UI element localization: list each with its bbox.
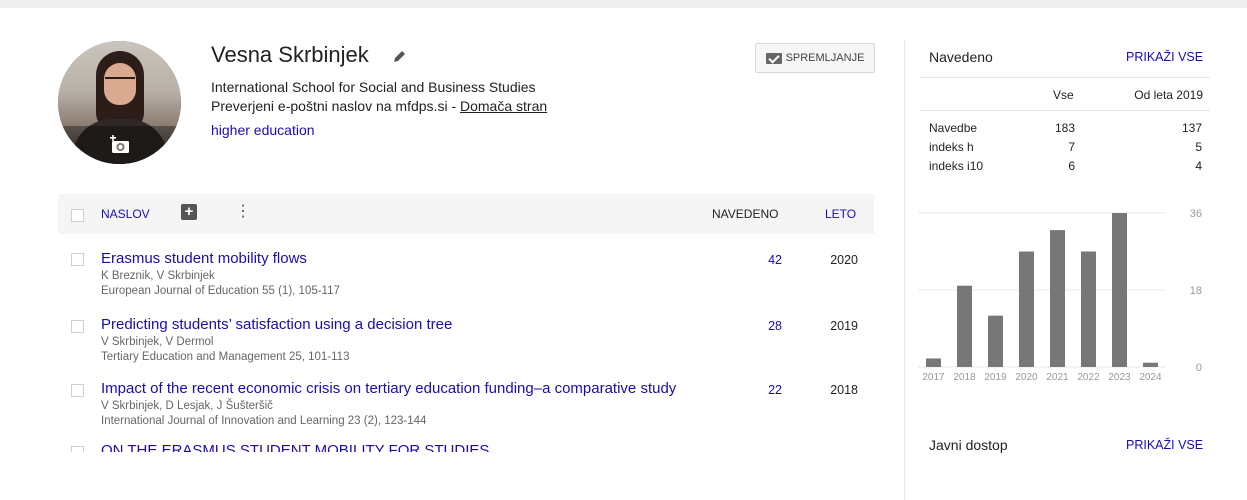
cited-by-title: Navedeno [929,49,993,65]
sort-by-title[interactable]: NASLOV [101,207,150,221]
public-access-link[interactable]: PRIKAŽI VSE [1126,438,1203,452]
metric-label: indeks h [929,140,974,154]
col-since-header: Od leta 2019 [1134,88,1203,102]
chart-bar[interactable] [926,358,941,367]
article-venue: International Journal of Innovation and … [101,415,427,427]
article-authors: K Breznik, V Skrbinjek [101,270,215,282]
article-venue: Tertiary Education and Management 25, 10… [101,351,350,363]
chart-ytick-label: 18 [1190,285,1202,297]
profile-name: Vesna Skrbinjek [211,42,369,67]
mail-check-icon [765,52,782,64]
chart-xtick-label: 2019 [984,372,1007,383]
chart-xtick-label: 2024 [1139,372,1162,383]
chart-xtick-label: 2023 [1108,372,1131,383]
article-title[interactable]: Erasmus student mobility flows [101,250,307,267]
article-authors: V Skrbinjek, V Dermol [101,336,214,348]
metric-label: Navedbe [929,121,978,135]
interest-link[interactable]: higher education [211,122,315,138]
article-year: 2018 [830,383,858,397]
metric-since: 5 [1195,140,1202,154]
cited-count[interactable]: 22 [752,383,782,397]
metric-label: indeks i10 [929,159,984,173]
article-year: 2019 [830,319,858,333]
metric-since: 137 [1181,121,1202,135]
divider [920,110,1210,111]
article-title[interactable]: Impact of the recent economic crisis on … [101,380,676,397]
metric-all: 183 [1054,121,1075,135]
homepage-link[interactable]: Domača stran [460,98,547,114]
avatar[interactable] [58,41,181,164]
citations-chart: 0 18 36 2017 2018 2019 2020 2021 2022 2023 2024 [918,208,1202,383]
metric-all: 7 [1068,140,1075,154]
chart-bar[interactable] [1143,362,1158,367]
top-bar [0,0,1247,8]
chart-ytick-label: 36 [1190,208,1202,220]
affiliation: International School for Social and Busi… [211,79,536,95]
metric-since: 4 [1195,159,1202,173]
chart-xtick-label: 2017 [922,372,945,383]
edit-pencil-icon[interactable] [393,49,407,66]
chart-ytick-label: 0 [1196,362,1202,374]
add-photo-icon[interactable] [108,135,132,155]
add-article-icon[interactable]: + [181,204,197,220]
row-checkbox[interactable] [71,384,84,397]
email-text: Preverjeni e-poštni naslov na mfdps.si - [211,98,460,114]
chart-bar[interactable] [988,315,1003,367]
partial-row: ON THE ERASMUS STUDENT MOBILITY FOR STUD… [58,444,878,452]
public-access-title: Javni dostop [929,437,1008,453]
row-checkbox[interactable] [71,446,84,452]
sidebar-divider [904,40,905,500]
cited-count[interactable]: 28 [752,319,782,333]
sort-by-year[interactable]: LETO [825,207,856,221]
chart-bar[interactable] [1050,230,1065,367]
follow-label: SPREMLJANJE [785,52,865,64]
email-verification: Preverjeni e-poštni naslov na mfdps.si -… [211,98,547,114]
chart-bar[interactable] [1081,251,1096,368]
more-options-icon[interactable]: ⋮ [235,203,251,221]
row-checkbox[interactable] [71,320,84,333]
article-title[interactable]: ON THE ERASMUS STUDENT MOBILITY FOR STUD… [101,444,489,452]
chart-xtick-label: 2018 [953,372,976,383]
article-year: 2020 [830,253,858,267]
chart-xtick-label: 2022 [1077,372,1100,383]
chart-bar[interactable] [1112,213,1127,367]
follow-button[interactable]: SPREMLJANJE [755,43,875,73]
chart-bar[interactable] [1019,251,1034,368]
divider [920,77,1210,78]
col-all-header: Vse [1053,88,1074,102]
article-title[interactable]: Predicting students’ satisfaction using … [101,316,452,333]
cited-count[interactable]: 42 [752,253,782,267]
chart-xtick-label: 2021 [1046,372,1069,383]
chart-bar[interactable] [957,285,972,367]
metric-all: 6 [1068,159,1075,173]
row-checkbox[interactable] [71,253,84,266]
article-venue: European Journal of Education 55 (1), 10… [101,285,340,297]
sort-by-cited[interactable]: NAVEDENO [712,207,778,221]
select-all-checkbox[interactable] [71,209,84,222]
article-authors: V Skrbinjek, D Lesjak, J Šušteršič [101,400,273,412]
chart-xtick-label: 2020 [1015,372,1038,383]
show-all-link[interactable]: PRIKAŽI VSE [1126,50,1203,64]
